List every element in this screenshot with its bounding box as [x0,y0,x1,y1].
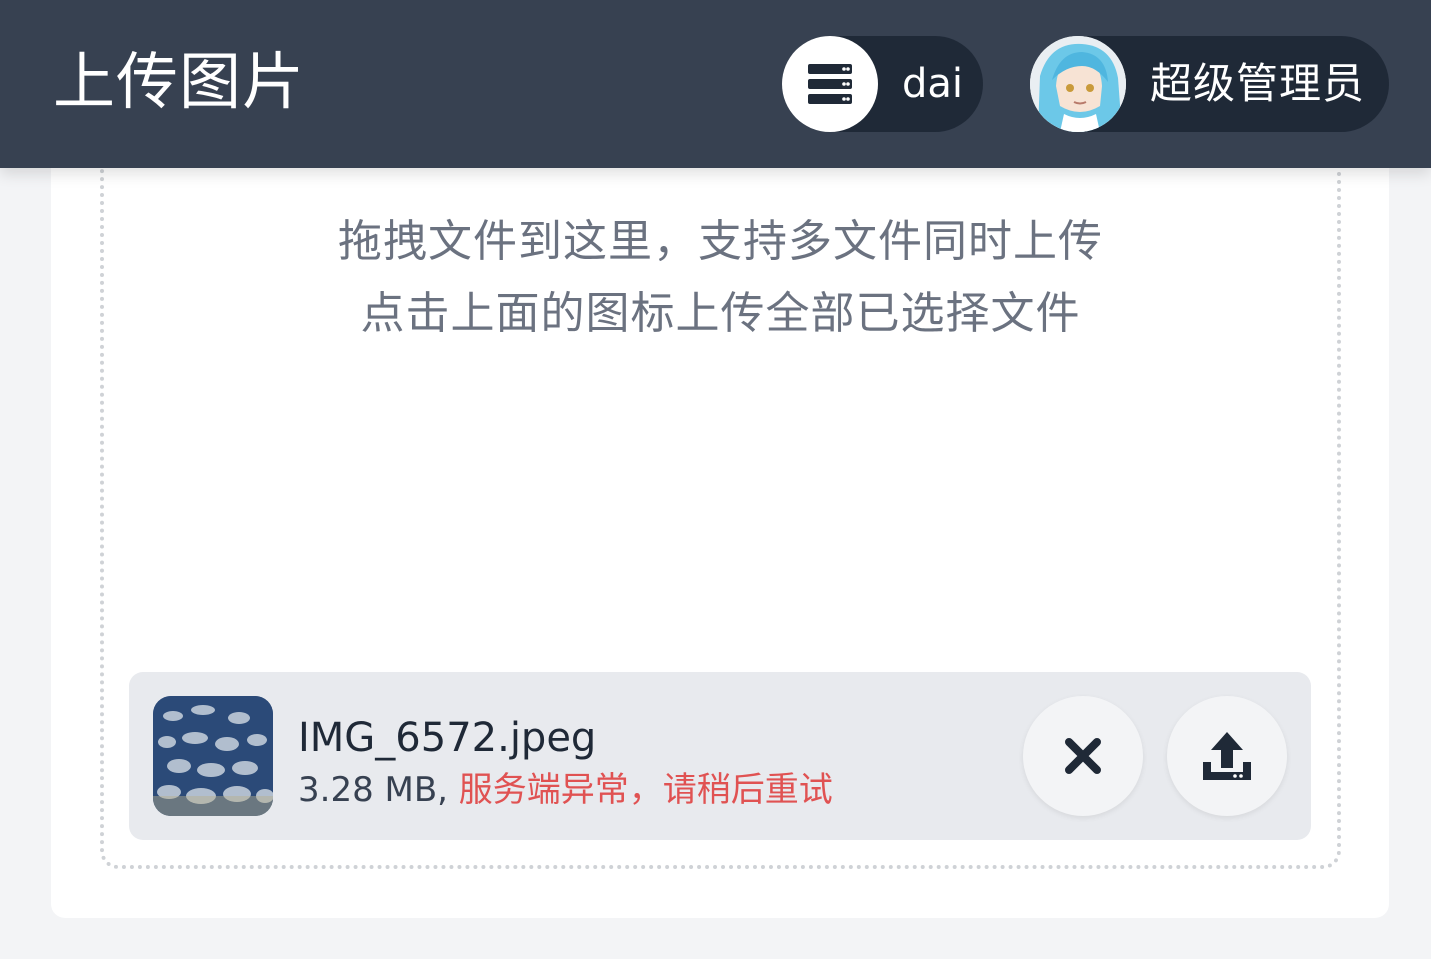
app-header: 上传图片 dai 超级管理员 [0,0,1431,168]
remove-file-button[interactable] [1023,696,1143,816]
file-name: IMG_6572.jpeg [298,715,597,761]
upload-icon [1203,732,1251,780]
avatar-image [1030,36,1126,132]
upload-file-button[interactable] [1167,696,1287,816]
dropzone-hint-line1: 拖拽文件到这里，支持多文件同时上传 [338,216,1103,267]
server-name: dai [902,61,964,107]
file-status: 3.28 MB, 服务端异常，请稍后重试 [298,768,833,812]
server-icon [808,64,852,104]
avatar [1030,36,1126,132]
thumbnail-image [153,696,273,816]
file-list-item: IMG_6572.jpeg 3.28 MB, 服务端异常，请稍后重试 [129,672,1311,840]
dropzone-hint-line2: 点击上面的图标上传全部已选择文件 [360,288,1081,339]
user-menu[interactable]: 超级管理员 [1030,36,1389,132]
file-size: 3.28 MB, [298,770,459,810]
close-icon [1065,738,1101,774]
user-role: 超级管理员 [1150,59,1366,108]
dropzone-hint: 拖拽文件到这里，支持多文件同时上传 点击上面的图标上传全部已选择文件 [100,206,1341,350]
file-thumbnail [153,696,273,816]
server-icon-badge [782,36,878,132]
file-error-message: 服务端异常，请稍后重试 [458,770,833,810]
page-title: 上传图片 [53,45,306,118]
server-selector[interactable]: dai [782,36,983,132]
